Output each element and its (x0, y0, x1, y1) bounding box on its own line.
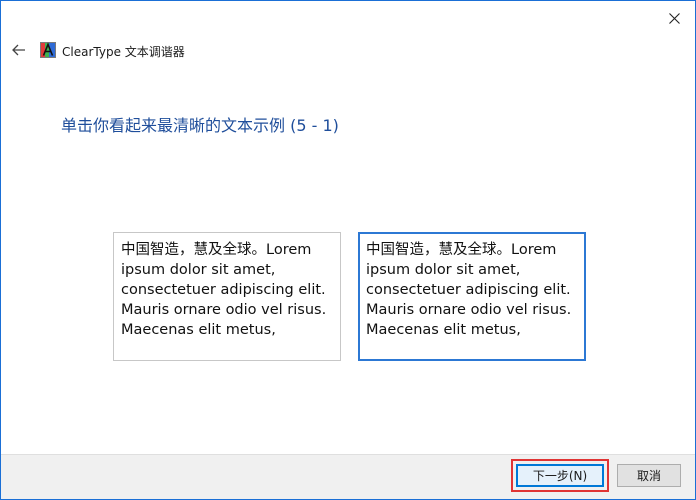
cancel-button[interactable]: 取消 (617, 464, 681, 487)
back-button[interactable] (9, 40, 29, 60)
sample-line: ipsum dolor sit amet, (121, 262, 276, 278)
window-title: ClearType 文本调谐器 (62, 45, 185, 59)
close-icon (668, 12, 680, 24)
close-button[interactable] (663, 7, 685, 29)
text-sample-1[interactable]: 中国智造，慧及全球。Lorem ipsum dolor sit amet, co… (113, 232, 341, 361)
back-arrow-icon (12, 44, 25, 56)
sample-line: consectetuer adipiscing elit. (366, 282, 571, 298)
sample-line: 中国智造，慧及全球。Lorem (366, 242, 557, 258)
sample-line: Maecenas elit metus, (366, 322, 521, 338)
sample-line: Mauris ornare odio vel risus. (121, 302, 327, 318)
text-sample-2[interactable]: 中国智造，慧及全球。Lorem ipsum dolor sit amet, co… (358, 232, 586, 361)
sample-line: 中国智造，慧及全球。Lorem (121, 242, 312, 258)
cleartype-window: ClearType 文本调谐器 单击你看起来最清晰的文本示例 (5 - 1) 中… (0, 0, 696, 500)
cleartype-app-icon (40, 42, 56, 58)
sample-line: consectetuer adipiscing elit. (121, 282, 326, 298)
sample-line: Maecenas elit metus, (121, 322, 276, 338)
next-button[interactable]: 下一步(N) (516, 464, 604, 487)
instruction-heading: 单击你看起来最清晰的文本示例 (5 - 1) (61, 116, 339, 135)
sample-line: Mauris ornare odio vel risus. (366, 302, 572, 318)
sample-line: ipsum dolor sit amet, (366, 262, 521, 278)
